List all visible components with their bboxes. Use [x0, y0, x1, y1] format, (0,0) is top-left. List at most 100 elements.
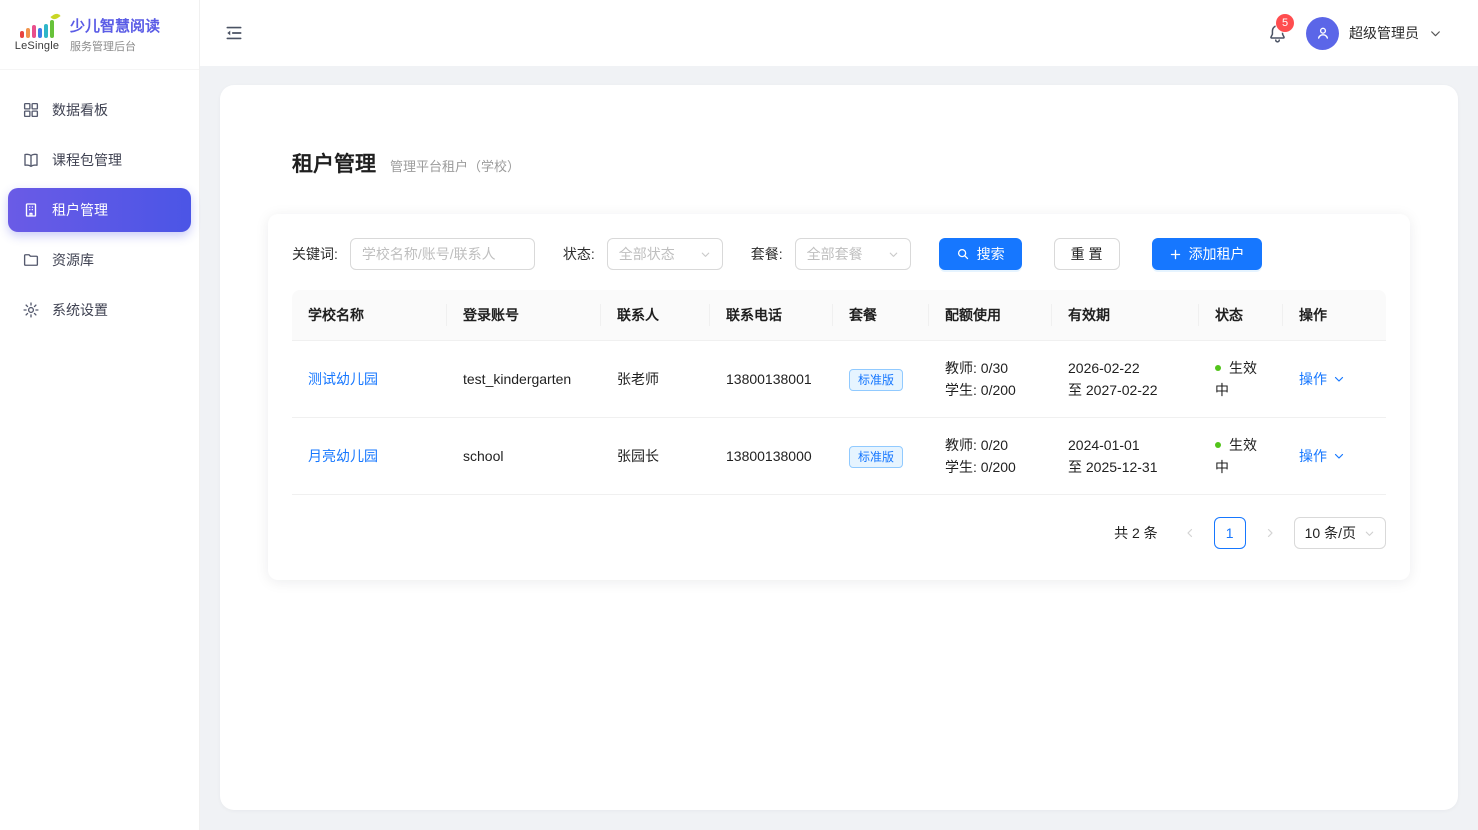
chevron-down-icon [1364, 528, 1375, 539]
phone-cell: 13800138001 [710, 341, 833, 418]
column-header-contact: 联系人 [601, 290, 710, 341]
pagination-next-button[interactable] [1254, 517, 1286, 549]
valid-from: 2024-01-01 [1068, 434, 1183, 456]
sidebar-collapse-button[interactable] [224, 23, 244, 43]
validity-cell: 2024-01-01至 2025-12-31 [1052, 418, 1199, 495]
status-select-value: 全部状态 [619, 244, 675, 264]
brand-subtitle: 服务管理后台 [70, 38, 160, 54]
plus-icon [1169, 248, 1182, 261]
user-menu[interactable]: 超级管理员 [1306, 17, 1442, 50]
column-header-plan: 套餐 [833, 290, 929, 341]
reset-button[interactable]: 重 置 [1054, 238, 1120, 270]
building-icon [22, 201, 40, 219]
valid-to: 至 2027-02-22 [1068, 379, 1183, 401]
dashboard-icon [22, 101, 40, 119]
pagination-total: 共 2 条 [1114, 523, 1158, 543]
quota-teacher: 教师: 0/30 [945, 357, 1036, 379]
sidebar-item-label: 资源库 [52, 250, 94, 270]
page-size-value: 10 条/页 [1305, 523, 1356, 543]
brand-title: 少儿智慧阅读 [70, 15, 160, 36]
column-header-action: 操作 [1283, 290, 1386, 341]
pagination-page-1[interactable]: 1 [1214, 517, 1246, 549]
school-link[interactable]: 月亮幼儿园 [308, 448, 378, 464]
quota-cell: 教师: 0/30学生: 0/200 [929, 341, 1052, 418]
chevron-down-icon [700, 249, 711, 260]
table-row: 测试幼儿园 test_kindergarten张老师13800138001 标准版 教… [292, 341, 1386, 418]
valid-to: 至 2025-12-31 [1068, 456, 1183, 478]
chevron-down-icon [1333, 373, 1345, 385]
contact-cell: 张园长 [601, 418, 710, 495]
status-label: 状态: [563, 244, 595, 264]
action-link: 操作 [1299, 445, 1327, 467]
pagination: 共 2 条 1 10 条/页 [292, 517, 1386, 549]
table-body: 测试幼儿园test_kindergarten张老师13800138001标准版教… [292, 341, 1386, 495]
plan-badge: 标准版 [849, 446, 903, 468]
action-link: 操作 [1299, 368, 1327, 390]
search-button-label: 搜索 [977, 244, 1005, 264]
status-dot-icon [1215, 365, 1221, 371]
username: 超级管理员 [1349, 23, 1419, 43]
sidebar: LeSingle 少儿智慧阅读 服务管理后台 数据看板 课程包 [0, 0, 200, 830]
quota-cell: 教师: 0/20学生: 0/200 [929, 418, 1052, 495]
reset-button-label: 重 置 [1071, 244, 1103, 264]
sidebar-item-label: 租户管理 [52, 200, 108, 220]
chevron-down-icon [1333, 450, 1345, 462]
row-action-dropdown[interactable]: 操作 [1299, 445, 1370, 467]
plan-badge: 标准版 [849, 369, 903, 391]
notification-bell-icon[interactable]: 5 [1267, 23, 1288, 44]
tenant-table: 学校名称 登录账号 联系人 联系电话 套餐 配额使用 有效期 状态 操作 测试幼… [292, 290, 1386, 495]
column-header-quota: 配额使用 [929, 290, 1052, 341]
sidebar-item-label: 系统设置 [52, 300, 108, 320]
contact-cell: 张老师 [601, 341, 710, 418]
pagination-prev-button[interactable] [1174, 517, 1206, 549]
valid-from: 2026-02-22 [1068, 357, 1183, 379]
book-icon [22, 151, 40, 169]
brand-block: LeSingle 少儿智慧阅读 服务管理后台 [0, 0, 199, 70]
main-card: 租户管理 管理平台租户（学校） 关键词: 状态: 全部状态 套餐: 全部套餐 [220, 85, 1458, 810]
account-cell: test_kindergarten [447, 341, 601, 418]
plan-select[interactable]: 全部套餐 [795, 238, 911, 270]
status-badge: 生效中 [1215, 437, 1257, 475]
page-head: 租户管理 管理平台租户（学校） [292, 148, 1410, 178]
notification-badge: 5 [1276, 14, 1294, 32]
table-row: 月亮幼儿园 school张园长13800138000 标准版 教师: 0/20学生: … [292, 418, 1386, 495]
status-select[interactable]: 全部状态 [607, 238, 723, 270]
sidebar-item-resources[interactable]: 资源库 [8, 238, 191, 282]
chevron-down-icon [1429, 27, 1442, 40]
quota-teacher: 教师: 0/20 [945, 434, 1036, 456]
phone-cell: 13800138000 [710, 418, 833, 495]
sidebar-item-settings[interactable]: 系统设置 [8, 288, 191, 332]
sidebar-item-label: 课程包管理 [52, 150, 122, 170]
sidebar-item-label: 数据看板 [52, 100, 108, 120]
search-icon [956, 247, 970, 261]
search-button[interactable]: 搜索 [939, 238, 1022, 270]
page-size-select[interactable]: 10 条/页 [1294, 517, 1386, 549]
brand-logo-word: LeSingle [15, 40, 59, 52]
brand-logo-icon: LeSingle [14, 18, 60, 52]
add-tenant-button[interactable]: 添加租户 [1152, 238, 1262, 270]
sidebar-item-tenants[interactable]: 租户管理 [8, 188, 191, 232]
avatar [1306, 17, 1339, 50]
account-cell: school [447, 418, 601, 495]
column-header-school: 学校名称 [292, 290, 447, 341]
chevron-down-icon [888, 249, 899, 260]
filter-bar: 关键词: 状态: 全部状态 套餐: 全部套餐 [292, 238, 1386, 270]
keyword-label: 关键词: [292, 244, 338, 264]
tenant-panel: 关键词: 状态: 全部状态 套餐: 全部套餐 [268, 214, 1410, 580]
row-action-dropdown[interactable]: 操作 [1299, 368, 1370, 390]
status-dot-icon [1215, 442, 1221, 448]
column-header-account: 登录账号 [447, 290, 601, 341]
column-header-validity: 有效期 [1052, 290, 1199, 341]
quota-student: 学生: 0/200 [945, 456, 1036, 478]
add-tenant-button-label: 添加租户 [1189, 244, 1245, 264]
school-link[interactable]: 测试幼儿园 [308, 371, 378, 387]
table-header-row: 学校名称 登录账号 联系人 联系电话 套餐 配额使用 有效期 状态 操作 [292, 290, 1386, 341]
page-title: 租户管理 [292, 148, 376, 178]
topbar: 5 超级管理员 [200, 0, 1478, 66]
page-subtitle: 管理平台租户（学校） [390, 156, 520, 175]
keyword-input[interactable] [350, 238, 535, 270]
status-cell: 生效中 [1199, 341, 1283, 418]
sidebar-item-dashboard[interactable]: 数据看板 [8, 88, 191, 132]
folder-icon [22, 251, 40, 269]
sidebar-item-course-packages[interactable]: 课程包管理 [8, 138, 191, 182]
